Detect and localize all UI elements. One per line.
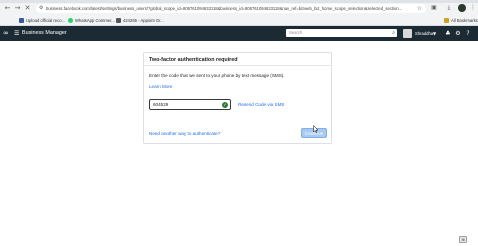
bookmark-favicon-icon bbox=[116, 18, 121, 24]
search-placeholder: Search bbox=[289, 30, 303, 35]
arrow-right-icon[interactable]: → bbox=[13, 4, 22, 13]
account-switcher[interactable]: Shraddha ▼ bbox=[403, 29, 439, 38]
check-circle-icon: ✓ bbox=[222, 102, 228, 108]
bookmark-upload[interactable]: Upload official reco... bbox=[19, 16, 65, 25]
app-title: Business Manager bbox=[22, 30, 67, 36]
tune-icon[interactable]: ⚙ bbox=[39, 5, 43, 11]
search-icon[interactable]: ⌕ bbox=[392, 29, 395, 37]
code-value[interactable]: 604529 bbox=[153, 100, 168, 110]
account-name: Shraddha bbox=[415, 31, 434, 36]
browser-toolbar: ← → ✕ ⚙ business.facebook.com/latest/set… bbox=[0, 3, 478, 15]
kebab-menu-icon[interactable]: ⋮ bbox=[469, 4, 477, 12]
folder-icon bbox=[444, 18, 449, 24]
all-bookmarks[interactable]: All Bookmarks bbox=[444, 16, 478, 25]
verification-code-input[interactable]: 604529 ✓ bbox=[149, 99, 231, 110]
avatar bbox=[403, 29, 412, 38]
puzzle-icon[interactable]: ▣ bbox=[430, 4, 438, 12]
divider bbox=[144, 65, 331, 66]
app-header: ∞ ☰ Business Manager Search ⌕ Shraddha ▼… bbox=[0, 26, 478, 41]
meta-logo-icon[interactable]: ∞ bbox=[3, 29, 9, 38]
gear-icon[interactable]: ⚙ bbox=[454, 29, 462, 38]
mouse-cursor-icon bbox=[313, 125, 319, 133]
address-bar[interactable]: ⚙ business.facebook.com/latest/settings/… bbox=[36, 4, 426, 13]
star-icon[interactable]: ☆ bbox=[417, 4, 422, 13]
bookmark-whatsapp[interactable]: WhatsApp Commer... bbox=[68, 16, 115, 25]
chevron-down-icon: ▼ bbox=[433, 31, 437, 36]
help-icon[interactable]: ? bbox=[464, 29, 472, 38]
bell-icon[interactable]: ♣ bbox=[444, 29, 452, 38]
arrow-left-icon[interactable]: ← bbox=[3, 4, 12, 13]
close-icon[interactable]: ✕ bbox=[23, 4, 32, 13]
download-icon[interactable]: ⤓ bbox=[445, 4, 453, 12]
two-factor-card: Two-factor authentication required Enter… bbox=[143, 52, 332, 144]
translate-icon[interactable]: ⊞ bbox=[459, 236, 467, 243]
whatsapp-icon bbox=[68, 18, 73, 24]
card-title: Two-factor authentication required bbox=[149, 57, 238, 63]
instruction-text: Enter the code that we sent to your phon… bbox=[149, 73, 285, 78]
search-input[interactable]: Search ⌕ bbox=[286, 29, 397, 37]
resend-sms-link[interactable]: Resend Code via SMS bbox=[238, 102, 284, 107]
bookmark-appoint[interactable]: 424265 - Appoint Gr... bbox=[116, 16, 164, 25]
profile-avatar[interactable] bbox=[458, 4, 466, 12]
learn-more-link[interactable]: Learn More bbox=[149, 84, 173, 89]
grid-menu-icon[interactable]: ☰ bbox=[14, 29, 19, 38]
alternate-auth-link[interactable]: Need another way to authenticate? bbox=[149, 131, 220, 136]
url-text[interactable]: business.facebook.com/latest/settings/bu… bbox=[46, 5, 414, 12]
bookmark-favicon-icon bbox=[19, 18, 24, 24]
